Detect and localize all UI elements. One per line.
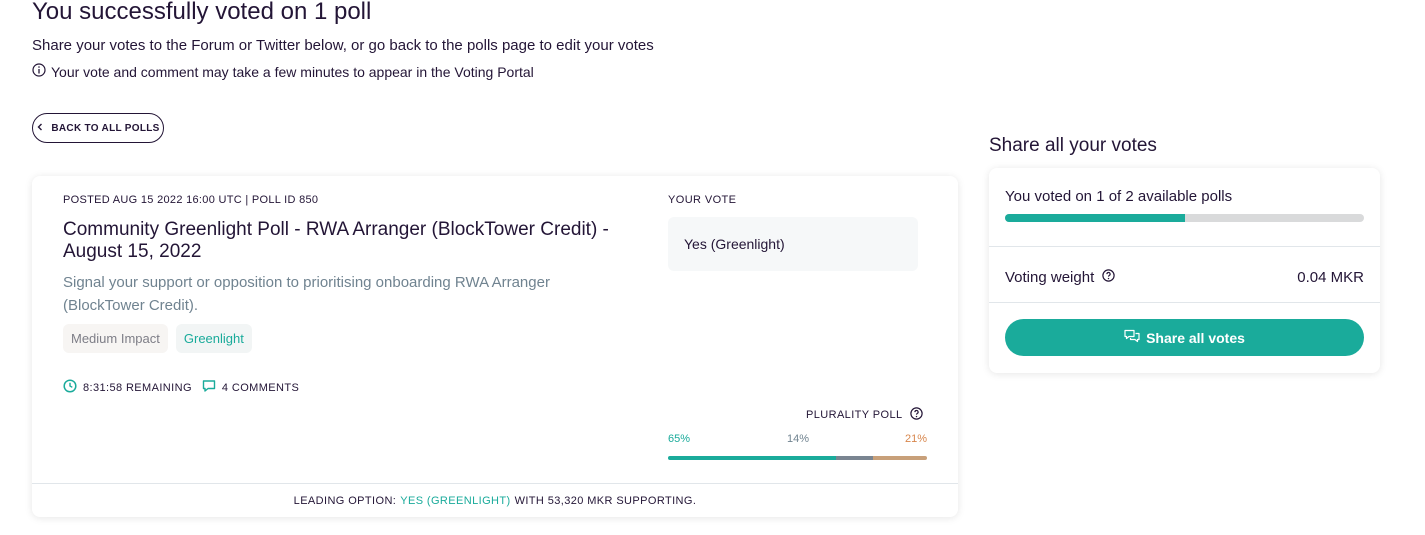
vote-notice: Your vote and comment may take a few min… <box>32 63 534 80</box>
voting-weight-label: Voting weight <box>1005 269 1115 286</box>
help-icon[interactable] <box>909 407 923 423</box>
result-percent-no: 21% <box>905 433 928 445</box>
results-bar <box>668 456 927 460</box>
page-subtitle: Share your votes to the Forum or Twitter… <box>32 37 654 54</box>
share-button-label: Share all votes <box>1146 329 1245 346</box>
poll-description: Signal your support or opposition to pri… <box>63 274 550 314</box>
leading-option-name: YES (GREENLIGHT) <box>400 494 511 507</box>
page-title: You successfully voted on 1 poll <box>32 0 372 25</box>
voted-progress-bar <box>1005 214 1364 222</box>
clock-icon <box>63 379 77 396</box>
divider <box>989 246 1380 247</box>
tag-medium-impact[interactable]: Medium Impact <box>63 324 168 353</box>
time-remaining: 8:31:58 REMAINING <box>63 379 192 396</box>
result-percent-yes: 65% <box>668 433 691 445</box>
result-percent-abstain: 14% <box>787 433 810 445</box>
results-bar-no <box>872 456 927 460</box>
leading-prefix: LEADING OPTION: <box>293 494 397 507</box>
results-bar-abstain <box>836 456 873 460</box>
poll-type-text: PLURALITY POLL <box>806 409 903 421</box>
divider <box>989 302 1380 303</box>
leading-suffix: WITH 53,320 MKR SUPPORTING. <box>514 494 697 507</box>
info-icon <box>32 63 46 80</box>
voting-weight-text: Voting weight <box>1005 269 1095 286</box>
share-card: You voted on 1 of 2 available polls Voti… <box>989 168 1380 373</box>
comments-text: 4 COMMENTS <box>221 381 300 394</box>
comment-icon <box>202 379 216 396</box>
back-to-all-polls-button[interactable]: BACK TO ALL POLLS <box>32 113 164 143</box>
tag-greenlight[interactable]: Greenlight <box>175 324 252 353</box>
time-remaining-text: 8:31:58 REMAINING <box>83 381 192 394</box>
results-bar-yes <box>668 456 837 460</box>
vote-notice-text: Your vote and comment may take a few min… <box>51 63 534 80</box>
poll-tags: Medium Impact Greenlight <box>63 324 252 353</box>
plurality-poll-label: PLURALITY POLL <box>806 407 923 423</box>
poll-card: POSTED AUG 15 2022 16:00 UTC | POLL ID 8… <box>32 176 958 517</box>
voted-count-text: You voted on 1 of 2 available polls <box>1005 188 1233 205</box>
chevron-left-icon <box>36 123 44 134</box>
share-heading: Share all your votes <box>989 135 1157 156</box>
share-icon <box>1124 329 1140 346</box>
poll-meta: POSTED AUG 15 2022 16:00 UTC | POLL ID 8… <box>63 194 319 206</box>
leading-option: LEADING OPTION: YES (GREENLIGHT) WITH 53… <box>32 483 958 517</box>
back-button-label: BACK TO ALL POLLS <box>51 122 160 134</box>
voting-weight-value: 0.04 MKR <box>1297 269 1364 286</box>
share-all-votes-button[interactable]: Share all votes <box>1005 319 1364 356</box>
comments-link[interactable]: 4 COMMENTS <box>202 379 299 396</box>
your-vote-value: Yes (Greenlight) <box>668 217 918 271</box>
poll-footer-meta: 8:31:58 REMAINING 4 COMMENTS <box>63 379 299 396</box>
your-vote-label: YOUR VOTE <box>668 194 737 206</box>
voted-progress-fill <box>1005 214 1185 222</box>
help-icon[interactable] <box>1102 269 1115 286</box>
poll-title[interactable]: Community Greenlight Poll - RWA Arranger… <box>63 219 653 263</box>
